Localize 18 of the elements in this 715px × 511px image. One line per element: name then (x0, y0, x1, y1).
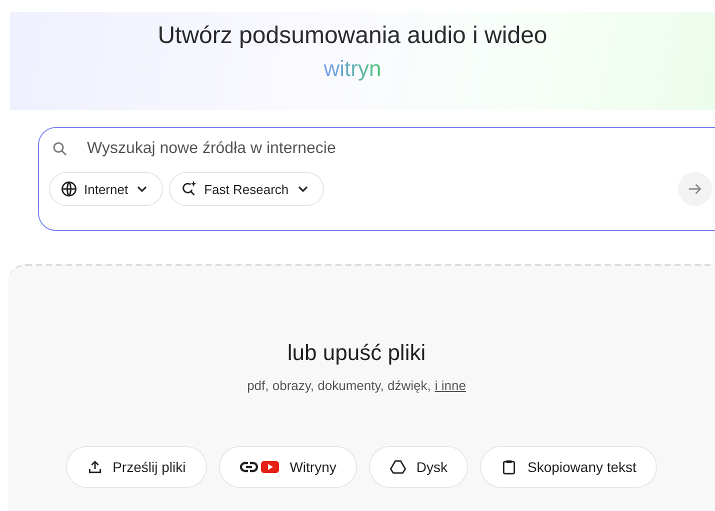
source-button[interactable]: Skopiowany tekst (480, 446, 658, 488)
dropdown-chip[interactable]: Internet (49, 172, 164, 206)
search-field[interactable]: Wyszukaj nowe źródła w internecie (87, 140, 487, 158)
search-icon (51, 140, 69, 158)
submit-button[interactable] (678, 172, 712, 206)
clipboard-icon (501, 459, 518, 475)
sparkle-search-icon (180, 180, 198, 198)
source-button[interactable]: Dysk (369, 446, 468, 488)
upload-icon (86, 459, 103, 475)
dropzone-title: lub upuść pliki (287, 340, 426, 366)
source-button[interactable]: Prześlij pliki (66, 446, 207, 488)
link-video-icon (240, 459, 280, 475)
more-link[interactable]: i inne (434, 378, 466, 393)
source-button[interactable]: Witryny (218, 446, 358, 488)
globe-icon (60, 180, 78, 198)
dropdown-chip[interactable]: Fast Research (169, 172, 324, 206)
page-title: Utwórz podsumowania audio i wideo (158, 22, 548, 50)
file-types-text: pdf, obrazy, dokumenty, dźwięk, (247, 378, 431, 393)
